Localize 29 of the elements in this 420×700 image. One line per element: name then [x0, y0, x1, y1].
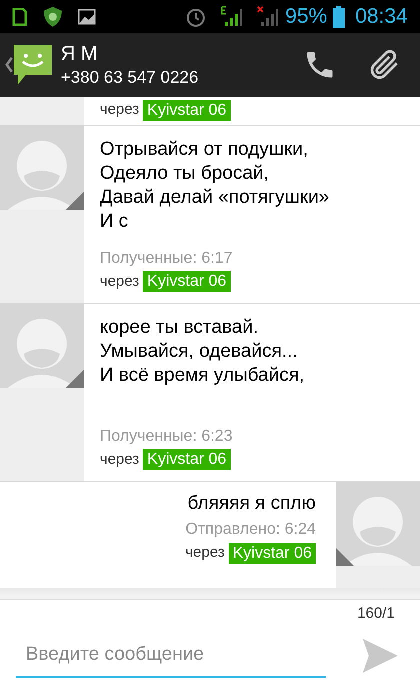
message-app-icon	[13, 44, 53, 86]
signal-icon	[221, 6, 244, 28]
via-label: через	[100, 450, 140, 470]
carrier-tag: Kyivstar 06	[228, 542, 316, 564]
message-text: бляяяя я сплю	[188, 492, 316, 516]
contact-name: Я М	[61, 42, 99, 67]
char-counter: 160/1	[357, 604, 395, 624]
contact-phone: +380 63 547 0226	[61, 66, 199, 88]
carrier-tag: Kyivstar 06	[143, 449, 231, 470]
carrier-tag: Kyivstar 06	[143, 271, 231, 292]
message-text: Отрывайся от подушки, Одеяло ты бросай, Давай делай «потягушки» И с	[100, 138, 331, 234]
message-status: Отправлено: 6:24	[186, 520, 316, 540]
message-text: корее ты вставай. Умывайся, одевайся... И всё время улыбайся,	[100, 316, 306, 388]
message-status: Полученные: 6:23	[100, 426, 234, 446]
back-chevron-icon	[5, 57, 13, 73]
via-label: через	[185, 543, 225, 563]
no-signal-icon	[257, 6, 280, 28]
message-status: Полученные: 6:17	[100, 248, 234, 268]
clock: 08:34	[355, 4, 408, 30]
send-icon	[361, 636, 399, 674]
image-icon	[78, 8, 96, 24]
battery-percent: 95%	[285, 4, 328, 30]
shield-icon	[42, 6, 64, 28]
battery-icon	[333, 6, 346, 28]
via-label: через	[100, 272, 140, 292]
message-input-field[interactable]: Введите сообщение	[16, 634, 326, 678]
sim-card-icon	[12, 8, 28, 26]
carrier-tag: Kyivstar 06	[143, 100, 231, 121]
via-label: через	[100, 100, 140, 120]
